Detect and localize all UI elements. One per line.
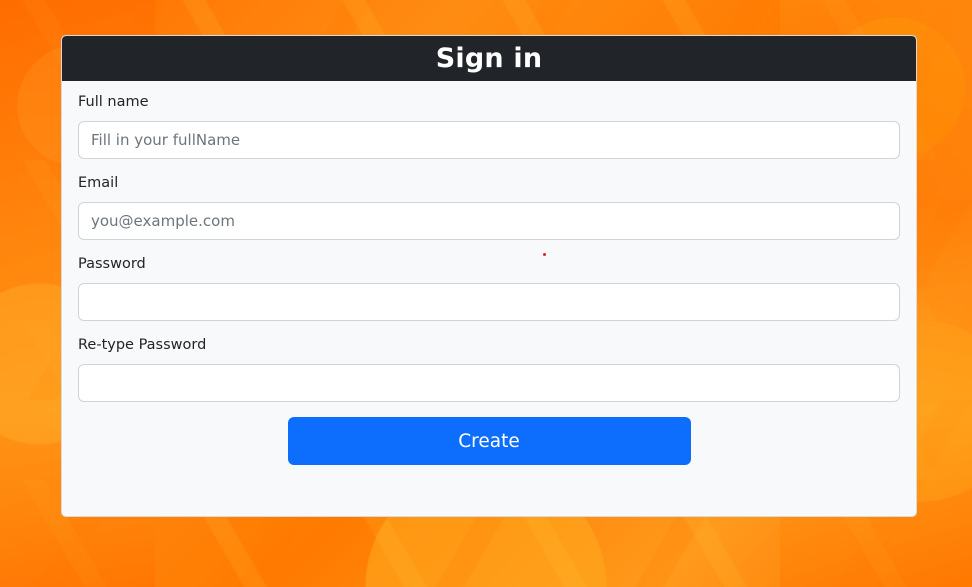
password-group: Password [78,255,900,321]
form-title: Sign in [435,43,543,74]
form-actions: Create [78,417,900,465]
full-name-input[interactable] [78,121,900,159]
email-input[interactable] [78,202,900,240]
password-input[interactable] [78,283,900,321]
retype-password-label: Re-type Password [78,337,207,353]
cursor-dot [543,253,546,256]
card-header: Sign in [62,36,916,81]
email-label: Email [78,175,119,191]
retype-password-input[interactable] [78,364,900,402]
signin-card: Sign in Full name Email Password Re-type… [61,35,917,517]
full-name-group: Full name [78,93,900,159]
password-label: Password [78,256,146,272]
email-group: Email [78,174,900,240]
retype-password-group: Re-type Password [78,336,900,402]
create-button[interactable]: Create [287,417,691,465]
signin-form: Full name Email Password Re-type Passwor… [62,81,916,465]
full-name-label: Full name [78,94,149,110]
